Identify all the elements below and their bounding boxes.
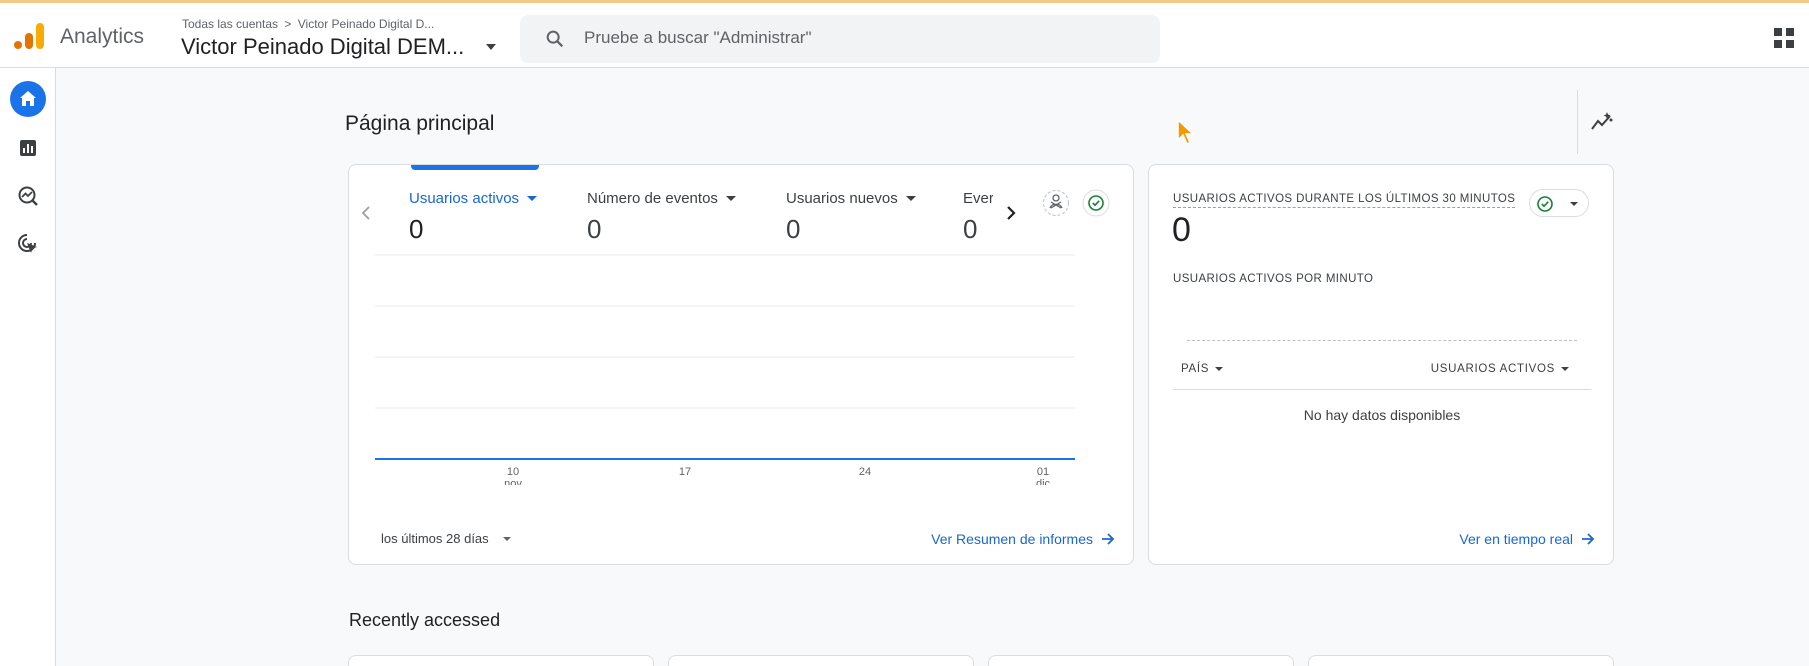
bar-chart-icon [20, 140, 36, 156]
view-realtime-link[interactable]: Ver en tiempo real [1459, 531, 1595, 547]
caret-down-icon [1570, 202, 1578, 206]
realtime-value: 0 [1172, 211, 1191, 249]
sidebar-item-advertising[interactable] [10, 226, 46, 262]
column-header-country[interactable]: PAÍS [1181, 363, 1224, 375]
status-chip[interactable] [1529, 189, 1589, 217]
account-selector[interactable]: Victor Peinado Digital DEM... [181, 34, 464, 60]
view-realtime-label: Ver en tiempo real [1459, 531, 1573, 547]
breadcrumb[interactable]: Todas las cuentas > Victor Peinado Digit… [182, 17, 434, 31]
realtime-title[interactable]: USUARIOS ACTIVOS DURANTE LOS ÚLTIMOS 30 … [1173, 193, 1516, 208]
metric-label: Usuarios activos [409, 190, 520, 207]
active-tab-indicator [411, 165, 539, 170]
metric-value: 0 [786, 214, 801, 244]
search-input[interactable]: Pruebe a buscar "Administrar" [584, 28, 812, 48]
arrow-right-icon [1102, 533, 1115, 545]
caret-down-icon [725, 196, 736, 201]
per-minute-label: USUARIOS ACTIVOS POR MINUTO [1173, 273, 1374, 285]
caret-down-icon [905, 196, 916, 201]
empty-state: No hay datos disponibles [1303, 407, 1461, 423]
target-cursor-icon [18, 234, 37, 253]
x-tick-sublabel: nov [504, 478, 522, 485]
chevron-right-icon: > [284, 17, 292, 31]
recent-card[interactable] [1308, 655, 1614, 666]
view-reports-label: Ver Resumen de informes [931, 531, 1093, 547]
chevron-right-icon[interactable] [1003, 205, 1019, 221]
top-bar: Analytics Todas las cuentas > Victor Pei… [0, 0, 1809, 68]
column-label: PAÍS [1181, 363, 1210, 375]
overview-card: Usuarios activos 0 Número de eventos 0 U… [348, 164, 1134, 565]
caret-down-icon [1561, 367, 1569, 371]
metric-label: Número de eventos [587, 190, 718, 207]
check-circle-icon[interactable] [1082, 189, 1110, 217]
caret-down-icon [502, 536, 511, 541]
x-tick-label: 01 [1037, 466, 1049, 478]
line-chart: 10nov 17 24 01dic [375, 254, 1075, 485]
insights-icon[interactable] [1590, 110, 1614, 134]
arrow-right-icon [1582, 533, 1595, 545]
sidebar-item-explore[interactable] [10, 178, 46, 214]
x-tick-label: 24 [859, 466, 871, 478]
date-range-selector[interactable]: los últimos 28 días [381, 531, 511, 546]
app-name[interactable]: Analytics [60, 25, 144, 49]
metric-value: 0 [963, 214, 978, 244]
metric-value: 0 [409, 214, 424, 244]
recent-card[interactable] [668, 655, 974, 666]
chevron-left-icon[interactable] [359, 205, 375, 221]
metric-partial: Ever 0 [963, 190, 993, 245]
home-icon [20, 91, 36, 106]
date-range-label: los últimos 28 días [381, 531, 489, 546]
check-circle-icon [1537, 196, 1553, 212]
sidebar-item-reports[interactable] [10, 130, 46, 166]
sidebar-item-home[interactable] [10, 81, 46, 117]
search-icon [546, 30, 564, 48]
apps-grid-icon[interactable] [1773, 27, 1795, 49]
column-header-active-users[interactable]: USUARIOS ACTIVOS [1431, 363, 1569, 375]
x-tick-label: 17 [679, 466, 691, 478]
metric-value: 0 [587, 214, 602, 244]
search-box[interactable]: Pruebe a buscar "Administrar" [520, 15, 1160, 63]
breadcrumb-item-account[interactable]: Victor Peinado Digital D... [298, 17, 435, 31]
column-label: USUARIOS ACTIVOS [1430, 363, 1555, 375]
metric-label: Ever [963, 190, 993, 207]
metric-label: Usuarios nuevos [786, 190, 898, 207]
recent-card[interactable] [988, 655, 1294, 666]
page-title: Página principal [345, 112, 495, 135]
metric-tab-active-users[interactable]: Usuarios activos 0 [409, 190, 538, 245]
x-tick-label: 10 [507, 466, 519, 478]
realtime-card: USUARIOS ACTIVOS DURANTE LOS ÚLTIMOS 30 … [1148, 164, 1614, 565]
per-minute-chart-baseline [1187, 340, 1577, 341]
caret-down-icon[interactable] [484, 40, 498, 54]
metric-tab-new-users[interactable]: Usuarios nuevos 0 [786, 190, 916, 245]
sidebar [0, 68, 56, 666]
explore-icon [18, 186, 38, 206]
divider [1173, 389, 1591, 390]
analytics-logo-icon[interactable] [14, 23, 44, 53]
sampling-icon[interactable] [1042, 189, 1070, 217]
caret-down-icon [527, 196, 538, 201]
breadcrumb-item-accounts[interactable]: Todas las cuentas [182, 17, 278, 31]
recently-accessed-title: Recently accessed [349, 610, 501, 630]
x-tick-sublabel: dic [1036, 478, 1051, 485]
mouse-cursor-icon [1177, 118, 1195, 146]
recent-card[interactable] [348, 655, 654, 666]
view-reports-link[interactable]: Ver Resumen de informes [931, 531, 1115, 547]
divider [1577, 90, 1578, 154]
caret-down-icon [1215, 367, 1224, 371]
metric-tab-event-count[interactable]: Número de eventos 0 [587, 190, 736, 245]
